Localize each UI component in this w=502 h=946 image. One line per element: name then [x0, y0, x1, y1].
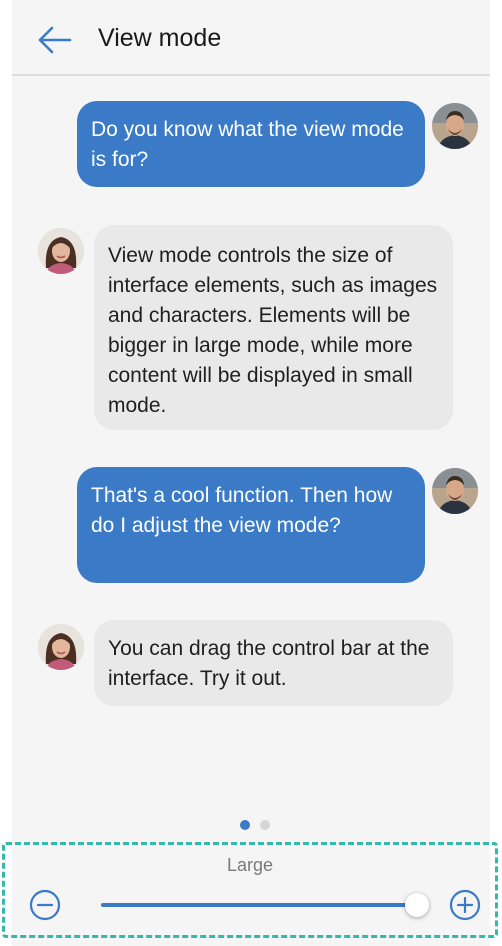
minus-circle-icon[interactable] [29, 889, 61, 921]
arrow-left-icon[interactable] [36, 24, 72, 56]
message-text: You can drag the control bar at the inte… [108, 637, 430, 690]
message-bubble-incoming: View mode controls the size of interface… [94, 225, 453, 430]
message-text: That's a cool function. Then how do I ad… [91, 484, 393, 537]
view-mode-label: Large [226, 855, 274, 875]
page-title: View mode [98, 24, 222, 52]
female-avatar [38, 624, 84, 670]
message-text: Do you know what the view mode is for? [91, 118, 404, 171]
message-bubble-outgoing: That's a cool function. Then how do I ad… [77, 467, 425, 583]
female-avatar [38, 228, 84, 274]
view-mode-slider-thumb[interactable] [405, 893, 429, 917]
page-indicator [240, 820, 270, 830]
plus-circle-icon[interactable] [449, 889, 481, 921]
view-mode-slider-track[interactable] [101, 903, 417, 907]
header: View mode [12, 0, 490, 76]
message-bubble-incoming: You can drag the control bar at the inte… [94, 620, 453, 706]
male-avatar [432, 103, 478, 149]
male-avatar [432, 468, 478, 514]
page-dot[interactable] [260, 820, 270, 830]
page-dot-active[interactable] [240, 820, 250, 830]
view-mode-control: Large [2, 842, 498, 938]
message-bubble-outgoing: Do you know what the view mode is for? [77, 101, 425, 187]
screen: View mode Do you know what the view mode… [12, 0, 490, 946]
message-text: View mode controls the size of interface… [108, 244, 438, 417]
